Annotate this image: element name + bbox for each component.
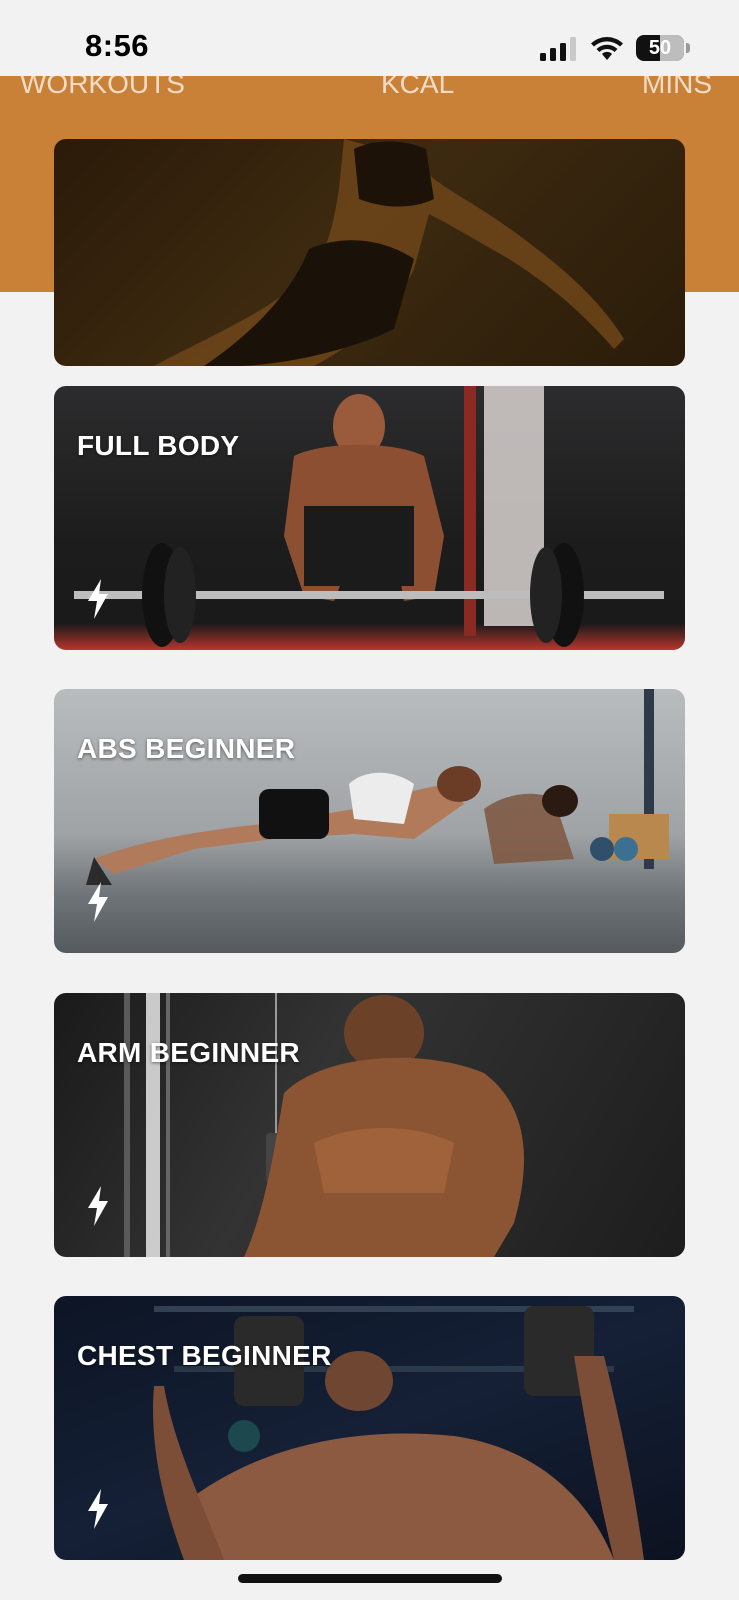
chest-beginner-athlete-illustration <box>153 1306 644 1560</box>
workout-card-full-body[interactable]: FULL BODY <box>54 386 685 650</box>
workout-card-abs-beginner[interactable]: ABS BEGINNER <box>54 689 685 953</box>
workout-card-chest-beginner[interactable]: CHEST BEGINNER <box>54 1296 685 1560</box>
battery-icon: 50 <box>636 35 690 61</box>
lightning-bolt-icon <box>88 882 108 922</box>
workout-title: FULL BODY <box>77 430 240 461</box>
workout-card-arm-beginner[interactable]: ARM BEGINNER <box>54 993 685 1257</box>
workout-title: CHEST BEGINNER <box>77 1340 332 1371</box>
workout-title: ABS BEGINNER <box>77 733 296 764</box>
hero-banner-image <box>54 139 685 366</box>
lightning-bolt-icon <box>88 579 108 619</box>
status-bar: 8:56 50 <box>0 0 739 76</box>
status-time: 8:56 <box>85 28 150 63</box>
wifi-icon <box>591 37 623 60</box>
lightning-bolt-icon <box>88 1489 108 1529</box>
cellular-signal-icon <box>540 37 576 61</box>
arm-beginner-athlete-illustration <box>124 993 524 1257</box>
home-indicator[interactable] <box>238 1574 502 1583</box>
abs-beginner-athlete-illustration <box>86 689 669 885</box>
lightning-bolt-icon <box>88 1186 108 1226</box>
battery-level: 50 <box>648 37 672 59</box>
workout-title: ARM BEGINNER <box>77 1037 300 1068</box>
hero-athlete-illustration <box>154 139 624 366</box>
full-body-athlete-illustration <box>74 386 664 647</box>
